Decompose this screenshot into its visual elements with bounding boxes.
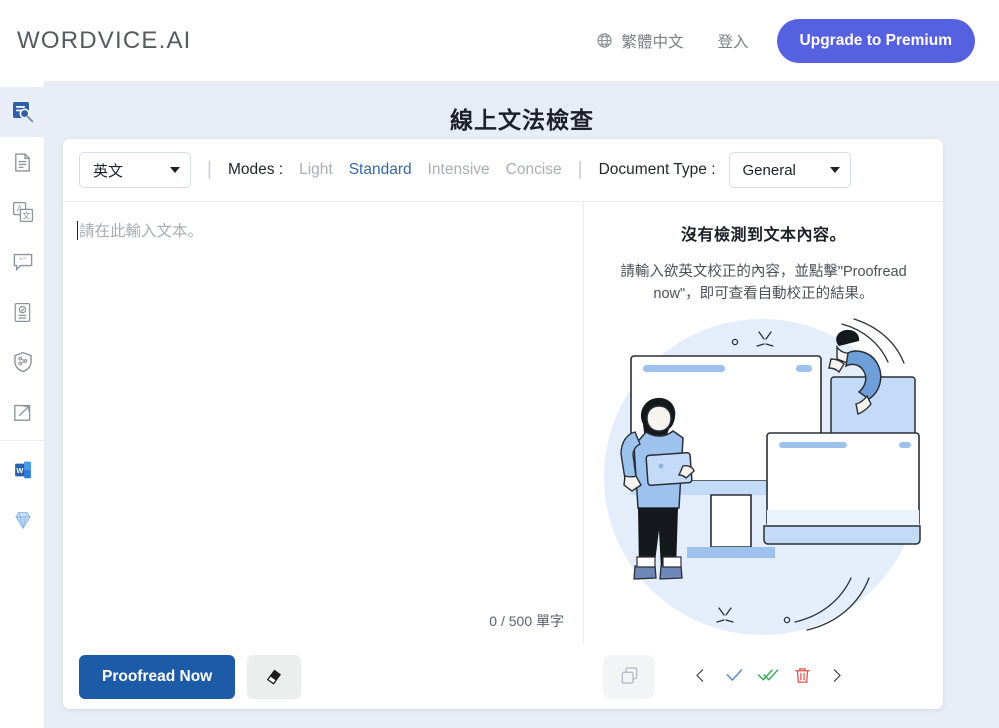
checked-document-icon xyxy=(11,301,34,324)
proofreader-card: 英文 | Modes : Light Standard Intensive Co… xyxy=(63,139,943,709)
document-icon xyxy=(11,151,34,174)
login-link[interactable]: 登入 xyxy=(718,30,777,52)
sidebar-item-plagiarism[interactable] xyxy=(0,337,45,387)
quote-bubble-icon: “” xyxy=(11,250,35,274)
next-correction-button[interactable] xyxy=(819,657,853,697)
proofreader-toolbar: 英文 | Modes : Light Standard Intensive Co… xyxy=(63,139,943,202)
sidebar: A 文 “” W xyxy=(0,81,45,728)
sidebar-divider xyxy=(0,440,45,441)
editor-panes: 請在此輸入文本。 0 / 500 單字 沒有檢測到文本內容。 請輸入欲英文校正的… xyxy=(63,202,943,645)
shield-network-icon xyxy=(11,350,35,374)
accept-all-corrections-button[interactable] xyxy=(751,657,785,697)
delete-corrections-button[interactable] xyxy=(785,657,819,697)
globe-icon xyxy=(596,32,613,49)
page-title: 線上文法檢查 xyxy=(450,107,594,133)
sidebar-item-word-addin[interactable]: W xyxy=(0,445,45,495)
modes-label: Modes : xyxy=(227,161,284,178)
editor-placeholder-text: 請在此輸入文本。 xyxy=(79,223,204,240)
brand-logo: WORDVICE.AI xyxy=(17,26,192,54)
copy-icon xyxy=(619,665,640,689)
header-actions: 繁體中文 登入 Upgrade to Premium xyxy=(596,18,975,63)
chevron-down-icon xyxy=(829,167,840,173)
empty-state-title: 沒有檢測到文本內容。 xyxy=(680,227,846,244)
empty-state-description: 請輸入欲英文校正的內容，並點擊"Proofread now"，即可查看自動校正的… xyxy=(620,264,907,303)
sidebar-item-premium[interactable] xyxy=(0,495,45,545)
text-editor-pane[interactable]: 請在此輸入文本。 0 / 500 單字 xyxy=(63,202,584,645)
mode-concise[interactable]: Concise xyxy=(506,161,562,179)
app-header: WORDVICE.AI 繁體中文 登入 Upgrade to Premium xyxy=(0,0,999,81)
sidebar-item-translate[interactable]: A 文 xyxy=(0,187,45,237)
copy-result-button[interactable] xyxy=(603,654,655,699)
svg-text:W: W xyxy=(16,466,23,475)
document-type-select[interactable]: General xyxy=(728,152,851,188)
chevron-down-icon xyxy=(170,167,180,173)
correction-navigation xyxy=(683,657,853,697)
empty-state-illustration xyxy=(584,314,943,639)
mode-intensive[interactable]: Intensive xyxy=(428,161,490,179)
sidebar-item-proofreader[interactable] xyxy=(0,87,45,137)
previous-correction-button[interactable] xyxy=(683,657,717,697)
check-icon xyxy=(724,665,744,688)
word-count: 0 / 500 單字 xyxy=(489,613,564,629)
main-content: 線上文法檢查 英文 | Modes : Light Standard Inten… xyxy=(45,81,999,728)
sidebar-item-open-external[interactable] xyxy=(0,387,45,437)
external-link-icon xyxy=(11,401,34,424)
eraser-icon xyxy=(264,665,284,688)
double-check-icon xyxy=(757,665,779,688)
toolbar-separator-2: | xyxy=(577,159,583,180)
language-select-value: 英文 xyxy=(93,162,124,180)
editor-placeholder[interactable]: 請在此輸入文本。 xyxy=(77,220,567,243)
proofreader-footer: Proofread Now xyxy=(63,645,943,708)
upgrade-to-premium-button[interactable]: Upgrade to Premium xyxy=(776,18,975,63)
result-pane: 沒有檢測到文本內容。 請輸入欲英文校正的內容，並點擊"Proofread now… xyxy=(584,202,943,645)
mode-standard[interactable]: Standard xyxy=(349,161,412,179)
toolbar-separator-1: | xyxy=(207,159,212,180)
language-select[interactable]: 英文 xyxy=(79,152,191,188)
document-type-label: Document Type : xyxy=(598,161,716,178)
svg-text:文: 文 xyxy=(22,210,30,220)
sidebar-item-document[interactable] xyxy=(0,137,45,187)
clear-text-button[interactable] xyxy=(247,654,302,699)
trash-icon xyxy=(793,666,812,688)
sidebar-item-paraphrase[interactable]: “” xyxy=(0,237,45,287)
proofread-now-button[interactable]: Proofread Now xyxy=(79,654,236,699)
translate-icon: A 文 xyxy=(11,200,35,224)
svg-text:“”: “” xyxy=(19,256,26,265)
accept-correction-button[interactable] xyxy=(717,657,751,697)
proofread-search-icon xyxy=(11,100,35,124)
chevron-left-icon xyxy=(692,667,709,687)
text-cursor xyxy=(77,221,78,240)
language-label: 繁體中文 xyxy=(621,33,684,51)
diamond-icon xyxy=(11,508,35,532)
word-icon: W xyxy=(12,459,34,481)
mode-light[interactable]: Light xyxy=(299,161,333,179)
sidebar-item-summarize[interactable] xyxy=(0,287,45,337)
language-switcher[interactable]: 繁體中文 xyxy=(596,30,718,52)
document-type-value: General xyxy=(742,161,796,179)
chevron-right-icon xyxy=(828,667,845,687)
